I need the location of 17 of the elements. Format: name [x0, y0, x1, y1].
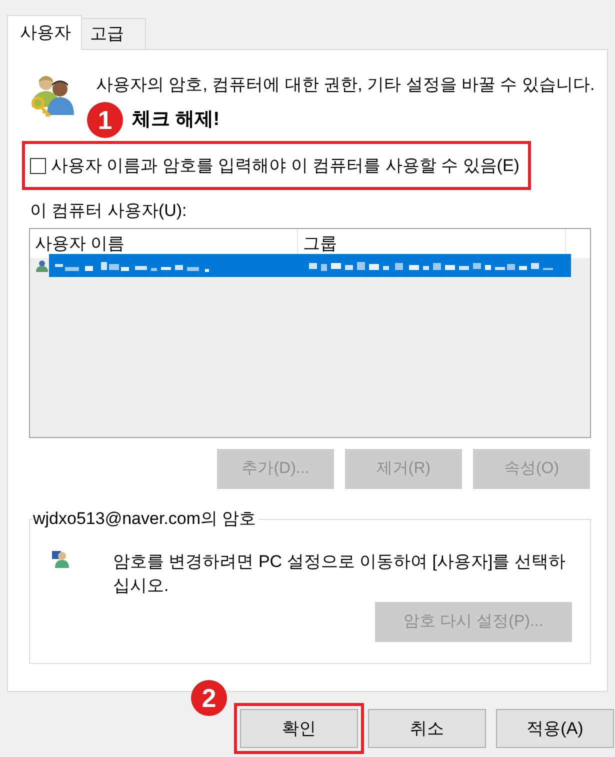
dialog-button[interactable]: 적용(A) [496, 709, 614, 748]
tab[interactable]: 고급 [82, 18, 146, 49]
step-number-badge: 2 [191, 680, 227, 716]
list-label: 이 컴퓨터 사용자(U): [30, 200, 187, 222]
checkbox[interactable] [30, 158, 46, 174]
message-text: 암호를 변경하려면 PC 설정으로 이동하여 [사용자]를 선택하십시오. [113, 551, 566, 597]
selected-row[interactable] [49, 254, 571, 277]
user-icon [51, 550, 70, 568]
description-text: 사용자의 암호, 컴퓨터에 대한 권한, 기타 설정을 바꿀 수 있습니다. [96, 74, 595, 96]
group-title: wjdxo513@naver.com의 암호 [33, 508, 260, 530]
step-number-badge: 1 [87, 102, 123, 138]
dialog-button[interactable]: 취소 [368, 709, 486, 748]
annotation-text: 체크 해제! [132, 108, 220, 132]
tab[interactable]: 사용자 [7, 15, 82, 50]
checkbox-label[interactable]: 사용자 이름과 암호를 입력해야 이 컴퓨터를 사용할 수 있음(E) [51, 154, 520, 178]
user-icon [35, 260, 48, 272]
dialog-button[interactable]: 확인 [240, 709, 358, 748]
